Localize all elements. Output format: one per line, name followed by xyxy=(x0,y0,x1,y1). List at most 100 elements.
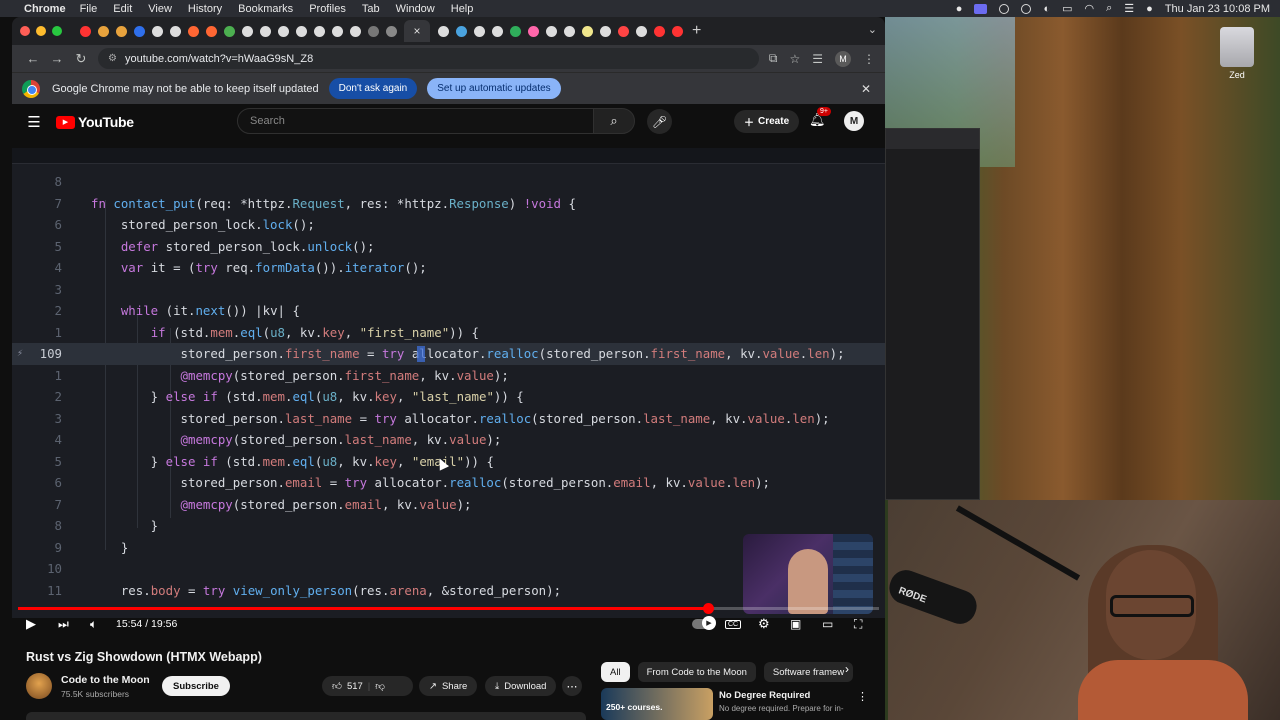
tab-icon[interactable] xyxy=(581,25,593,37)
video-player[interactable]: 8 7 fn contact_put(req: *httpz.Request, r… xyxy=(12,148,885,618)
search-icon[interactable]: ⌕ xyxy=(1106,2,1112,15)
background-window-titlebar[interactable] xyxy=(886,129,979,149)
github-tab-icon[interactable] xyxy=(277,25,289,37)
more-actions-icon[interactable]: ⋯ xyxy=(562,676,582,696)
menu-app-name[interactable]: Chrome xyxy=(24,3,66,15)
chip-software-frameworks[interactable]: Software framew xyxy=(763,662,854,682)
captions-button[interactable]: CC xyxy=(725,619,742,629)
github-tab-icon[interactable] xyxy=(563,25,575,37)
github-tab-icon[interactable] xyxy=(241,25,253,37)
like-count[interactable]: 517 xyxy=(347,681,363,692)
address-bar[interactable]: ⚙ youtube.com/watch?v=hWaaG9sN_Z8 xyxy=(98,48,759,69)
reload-icon[interactable]: ↻ xyxy=(70,51,92,67)
menu-view[interactable]: View xyxy=(148,3,172,15)
menu-history[interactable]: History xyxy=(188,3,222,15)
channel-avatar[interactable] xyxy=(26,673,52,699)
screen-record-icon[interactable] xyxy=(974,3,988,14)
install-app-icon[interactable]: ⧉ xyxy=(769,51,778,66)
forward-icon[interactable]: → xyxy=(46,51,68,66)
account-avatar[interactable]: M xyxy=(844,111,864,131)
github-tab-icon[interactable] xyxy=(313,25,325,37)
autoplay-toggle-switch[interactable] xyxy=(692,616,716,630)
focus-icon[interactable] xyxy=(999,3,1010,14)
active-tab-close-icon[interactable]: × xyxy=(404,20,430,42)
create-button[interactable]: ＋ Create xyxy=(734,110,800,133)
tab-icon[interactable] xyxy=(97,25,109,37)
menu-tab[interactable]: Tab xyxy=(362,3,380,15)
site-info-icon[interactable]: ⚙ xyxy=(108,53,117,64)
miniplayer-icon[interactable]: ▣ xyxy=(790,617,801,631)
tab-icon[interactable] xyxy=(367,25,379,37)
wifi-icon[interactable]: ◠ xyxy=(1085,2,1095,15)
siri-icon[interactable]: ● xyxy=(1146,3,1153,15)
profile-avatar[interactable]: M xyxy=(835,50,851,67)
theater-mode-icon[interactable]: ▭ xyxy=(822,617,833,631)
battery-icon[interactable]: ▭ xyxy=(1062,2,1072,15)
chrome-menu-icon[interactable]: ⋮ xyxy=(863,52,875,66)
menubar-clock[interactable]: Thu Jan 23 10:08 PM xyxy=(1165,3,1270,15)
ad-title[interactable]: No Degree Required xyxy=(719,690,810,701)
tab-icon[interactable] xyxy=(617,25,629,37)
tab-icon[interactable] xyxy=(133,25,145,37)
tab-icon[interactable] xyxy=(455,25,467,37)
url-text[interactable]: youtube.com/watch?v=hWaaG9sN_Z8 xyxy=(125,53,313,65)
fullscreen-icon[interactable]: ⛶ xyxy=(854,617,862,632)
tab-icon[interactable] xyxy=(187,25,199,37)
zoom-window-button[interactable] xyxy=(52,26,62,36)
tab-icon[interactable] xyxy=(115,25,127,37)
close-icon[interactable]: ✕ xyxy=(861,82,871,96)
tab-search-chevron-icon[interactable]: ⌄ xyxy=(868,23,877,36)
subscribe-button[interactable]: Subscribe xyxy=(162,676,230,696)
youtube-logo[interactable]: ▶ YouTube xyxy=(56,114,134,130)
settings-gear-icon[interactable]: ⚙ xyxy=(758,616,770,632)
menu-profiles[interactable]: Profiles xyxy=(309,3,346,15)
bookmark-star-icon[interactable]: ☆ xyxy=(789,52,800,66)
record-icon[interactable] xyxy=(1021,3,1032,14)
back-icon[interactable]: ← xyxy=(22,51,44,66)
like-icon[interactable]: 👍︎ xyxy=(332,680,342,692)
download-button[interactable]: ⤓ Download xyxy=(485,676,557,696)
reading-list-icon[interactable]: ☰ xyxy=(812,52,823,66)
chevron-right-icon[interactable]: › xyxy=(845,662,849,676)
new-tab-icon[interactable]: + xyxy=(692,22,701,40)
video-progress-bar[interactable] xyxy=(18,603,879,614)
tab-youtube-icon[interactable] xyxy=(653,25,665,37)
person-icon[interactable]: ● xyxy=(956,3,963,15)
menu-edit[interactable]: Edit xyxy=(113,3,132,15)
dont-ask-again-button[interactable]: Don't ask again xyxy=(328,78,418,99)
github-tab-icon[interactable] xyxy=(259,25,271,37)
tab-icon[interactable] xyxy=(205,25,217,37)
github-tab-icon[interactable] xyxy=(545,25,557,37)
share-button[interactable]: ↗ Share xyxy=(419,676,478,696)
chip-all[interactable]: All xyxy=(601,662,630,682)
menu-file[interactable]: File xyxy=(80,3,98,15)
tab-youtube-icon[interactable] xyxy=(671,25,683,37)
github-tab-icon[interactable] xyxy=(151,25,163,37)
control-center-icon[interactable]: ☰ xyxy=(1124,2,1134,15)
ad-thumbnail[interactable]: 250+ courses. xyxy=(601,688,713,720)
tab-icon[interactable] xyxy=(385,25,397,37)
github-tab-icon[interactable] xyxy=(169,25,181,37)
ad-more-icon[interactable]: ⋮ xyxy=(857,690,868,703)
zed-app-icon[interactable] xyxy=(1220,27,1254,67)
volume-icon[interactable]: 🔈︎ xyxy=(90,617,97,632)
zed-app-label[interactable]: Zed xyxy=(1222,70,1252,80)
minimize-window-button[interactable] xyxy=(36,26,46,36)
dislike-icon[interactable]: 👎︎ xyxy=(375,680,385,692)
tab-icon[interactable] xyxy=(223,25,235,37)
play-icon[interactable]: ▶ xyxy=(26,616,36,632)
setup-auto-updates-button[interactable]: Set up automatic updates xyxy=(427,78,561,99)
next-icon[interactable]: ⏭︎ xyxy=(58,617,69,632)
menu-bookmarks[interactable]: Bookmarks xyxy=(238,3,293,15)
github-tab-icon[interactable] xyxy=(437,25,449,37)
github-tab-icon[interactable] xyxy=(349,25,361,37)
guide-menu-icon[interactable]: ☰ xyxy=(12,113,56,131)
github-tab-icon[interactable] xyxy=(473,25,485,37)
channel-name[interactable]: Code to the Moon xyxy=(61,674,150,686)
github-tab-icon[interactable] xyxy=(295,25,307,37)
search-input[interactable]: Search xyxy=(237,108,594,134)
volume-icon[interactable]: ◐ xyxy=(1043,3,1050,15)
autoplay-toggle[interactable] xyxy=(692,616,716,630)
tab-youtube-icon[interactable] xyxy=(79,25,91,37)
github-tab-icon[interactable] xyxy=(491,25,503,37)
